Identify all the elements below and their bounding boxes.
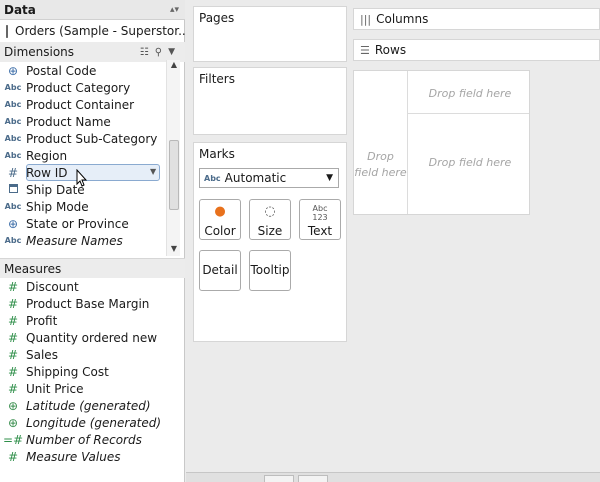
hash-icon: # — [7, 279, 19, 294]
hash-icon: # — [7, 313, 19, 328]
rows-icon: ☰ — [360, 43, 370, 57]
data-pane-header: Data ▴▾ — [0, 0, 185, 20]
hash-icon: # — [7, 381, 19, 396]
mark-type-dropdown[interactable]: Abc Automatic ▼ — [199, 168, 339, 188]
measures-title: Measures — [4, 261, 62, 276]
rows-shelf[interactable]: ☰ Rows — [353, 39, 600, 61]
pages-title: Pages — [199, 11, 235, 25]
dimension-item-region[interactable]: Abc Region — [0, 147, 170, 164]
abc-icon: Abc — [4, 202, 22, 211]
abc-icon: Abc — [4, 134, 22, 143]
measure-item-number-of-records[interactable]: =# Number of Records — [0, 431, 170, 448]
globe-icon: ⊕ — [7, 398, 19, 413]
measure-item-longitude[interactable]: ⊕ Longitude (generated) — [0, 414, 170, 431]
sheet-tab[interactable] — [264, 475, 294, 482]
view-canvas[interactable]: Drop field here Drop field here Drop fiel… — [353, 70, 530, 215]
calendar-icon — [0, 183, 26, 196]
drop-zone-rows[interactable]: Drop field here — [354, 149, 407, 181]
chevron-down-icon: ▼ — [326, 173, 333, 183]
sheet-tabs-bar — [186, 472, 600, 482]
columns-icon: ||| — [360, 12, 372, 26]
datasource-label: Orders (Sample - Superstor... — [15, 24, 185, 38]
hash-icon: # — [7, 296, 19, 311]
measure-item-latitude[interactable]: ⊕ Latitude (generated) — [0, 397, 170, 414]
measure-item-profit[interactable]: # Profit — [0, 312, 170, 329]
abc-icon: Abc — [4, 236, 22, 245]
rows-label: Rows — [374, 43, 407, 57]
dimensions-header: Dimensions ☷ ⚲ ▼ — [0, 42, 185, 62]
dimension-item-product-container[interactable]: Abc Product Container — [0, 96, 170, 113]
marks-card: Marks Abc Automatic ▼ ● Color ◌ Size Abc… — [193, 142, 347, 342]
data-pane-title: Data — [4, 2, 36, 17]
dimension-item-postal-code[interactable]: ⊕ Postal Code — [0, 62, 170, 79]
marks-title: Marks — [199, 147, 235, 161]
measure-item-unit-price[interactable]: # Unit Price — [0, 380, 170, 397]
abc-icon: Abc — [4, 83, 22, 92]
color-icon: ● — [214, 204, 226, 219]
pages-card[interactable]: Pages — [193, 6, 347, 62]
hash-icon: # — [7, 330, 19, 345]
dimension-item-ship-mode[interactable]: Abc Ship Mode — [0, 198, 170, 215]
globe-icon: ⊕ — [7, 415, 19, 430]
dimensions-scrollbar[interactable]: ▲ ▼ — [166, 60, 180, 256]
text-icon: Abc 123 — [312, 204, 328, 222]
hash-icon: # — [7, 364, 19, 379]
dimension-item-state-or-province[interactable]: ⊕ State or Province — [0, 215, 170, 232]
text-button[interactable]: Abc 123 Text — [299, 199, 341, 240]
color-button[interactable]: ● Color — [199, 199, 241, 240]
detail-button[interactable]: Detail — [199, 250, 241, 291]
chevron-down-icon[interactable]: ▼ — [168, 47, 175, 57]
filters-card[interactable]: Filters — [193, 67, 347, 135]
pane-menu-icon[interactable]: ▴▾ — [170, 5, 179, 15]
tooltip-button[interactable]: Tooltip — [249, 250, 291, 291]
filters-title: Filters — [199, 72, 235, 86]
sheet-tab[interactable] — [298, 475, 328, 482]
columns-label: Columns — [376, 12, 429, 26]
scroll-down-icon[interactable]: ▼ — [167, 244, 181, 256]
dimension-item-measure-names[interactable]: Abc Measure Names — [0, 232, 170, 249]
dimensions-title: Dimensions — [4, 45, 75, 59]
drop-zone-columns[interactable]: Drop field here — [410, 87, 530, 100]
data-pane: Data ▴▾ Orders (Sample - Superstor... Di… — [0, 0, 185, 482]
dimension-item-product-name[interactable]: Abc Product Name — [0, 113, 170, 130]
measure-item-product-base-margin[interactable]: # Product Base Margin — [0, 295, 170, 312]
columns-shelf[interactable]: ||| Columns — [353, 8, 600, 30]
hash-icon: # — [7, 165, 19, 180]
size-icon: ◌ — [264, 204, 276, 219]
abc-icon: Abc — [204, 173, 221, 183]
measure-item-discount[interactable]: # Discount — [0, 278, 170, 295]
view-toggle-icon[interactable]: ☷ — [140, 47, 149, 58]
mark-type-value: Automatic — [224, 171, 287, 185]
view-divider — [407, 113, 529, 114]
search-icon[interactable]: ⚲ — [155, 47, 162, 58]
view-divider — [407, 71, 408, 214]
dimension-item-product-category[interactable]: Abc Product Category — [0, 79, 170, 96]
globe-icon: ⊕ — [7, 63, 19, 78]
scrollbar-thumb[interactable] — [169, 140, 179, 210]
database-icon — [6, 24, 8, 38]
globe-icon: ⊕ — [7, 216, 19, 231]
hash-icon: # — [7, 347, 19, 362]
hash-icon: =# — [2, 432, 24, 447]
abc-icon: Abc — [4, 117, 22, 126]
mouse-cursor-icon — [76, 169, 88, 187]
scroll-up-icon[interactable]: ▲ — [167, 60, 181, 72]
measures-header: Measures — [0, 258, 185, 278]
measure-item-shipping-cost[interactable]: # Shipping Cost — [0, 363, 170, 380]
chevron-down-icon[interactable]: ▼ — [150, 167, 156, 176]
measure-item-measure-values[interactable]: # Measure Values — [0, 448, 170, 465]
datasource-item[interactable]: Orders (Sample - Superstor... — [0, 20, 185, 42]
abc-icon: Abc — [4, 100, 22, 109]
abc-icon: Abc — [4, 151, 22, 160]
dimension-item-product-sub-category[interactable]: Abc Product Sub-Category — [0, 130, 170, 147]
drop-zone-main[interactable]: Drop field here — [410, 156, 530, 169]
measure-item-sales[interactable]: # Sales — [0, 346, 170, 363]
size-button[interactable]: ◌ Size — [249, 199, 291, 240]
measure-item-quantity-ordered-new[interactable]: # Quantity ordered new — [0, 329, 170, 346]
hash-icon: # — [7, 449, 19, 464]
